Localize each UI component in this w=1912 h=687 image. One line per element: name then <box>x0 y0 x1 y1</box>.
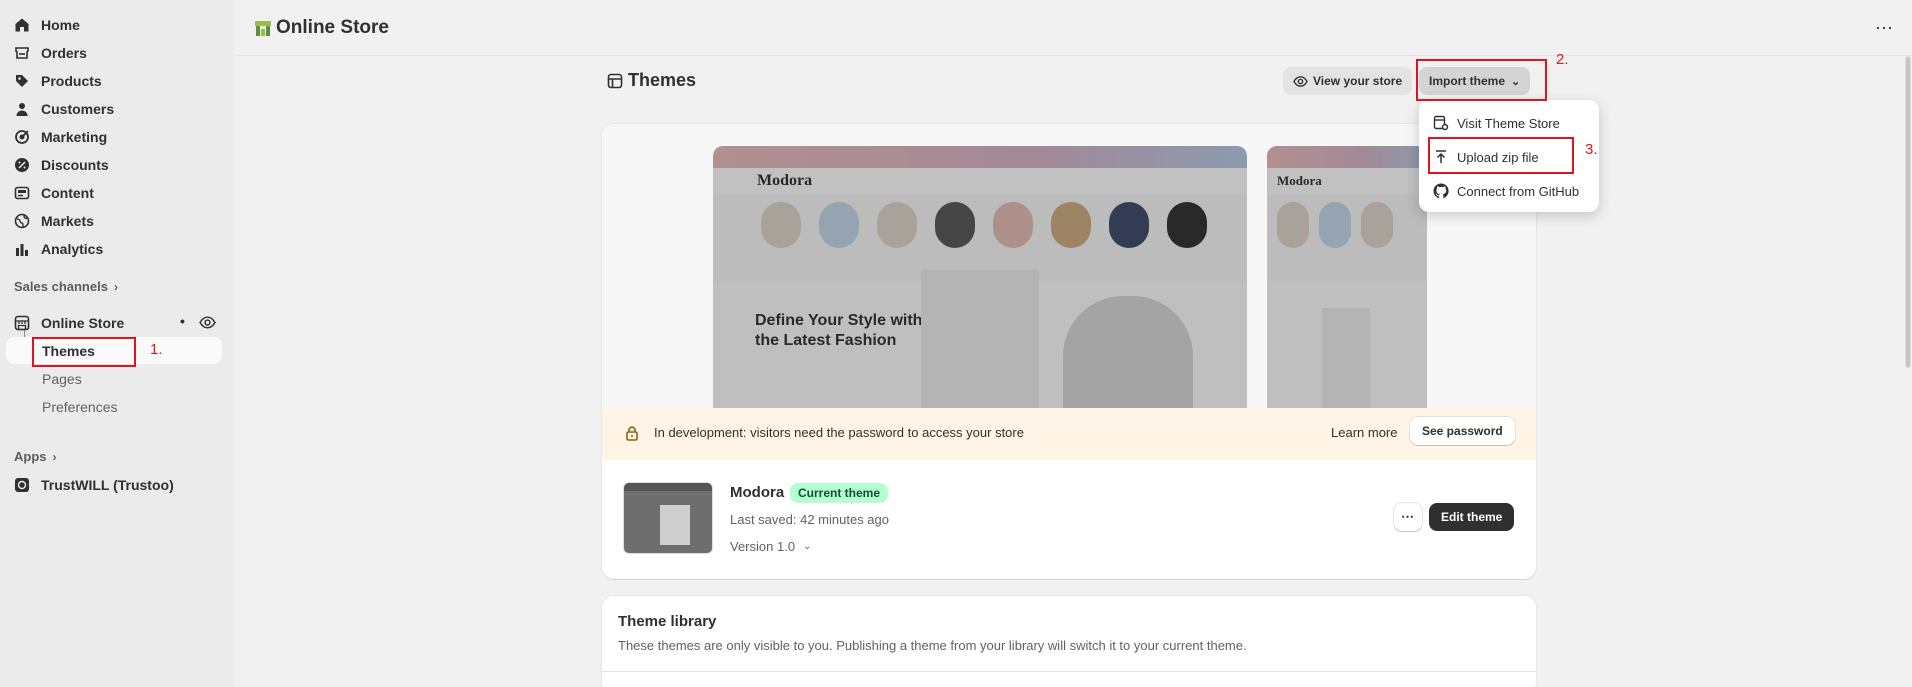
annotation-box-upload <box>1428 137 1574 174</box>
sidebar-item-orders[interactable]: Orders <box>14 41 87 65</box>
current-theme-badge: Current theme <box>790 483 889 503</box>
person-icon <box>14 101 30 117</box>
desktop-preview: Modora Define Your Style with the Latest… <box>713 146 1247 408</box>
theme-library-title: Theme library <box>618 613 717 630</box>
thumbnail-model <box>660 505 690 545</box>
sidebar-item-discounts[interactable]: Discounts <box>14 153 109 177</box>
tag-icon <box>14 73 30 89</box>
online-store-logo-icon <box>254 19 272 37</box>
scrollbar-thumb[interactable] <box>1905 56 1911 368</box>
sidebar-item-content[interactable]: Content <box>14 181 94 205</box>
visit-theme-store-item[interactable]: Visit Theme Store <box>1433 112 1560 134</box>
bar-chart-icon <box>14 241 30 257</box>
sidebar-item-label: Online Store <box>41 315 125 331</box>
app-icon <box>14 477 30 493</box>
sidebar-item-marketing[interactable]: Marketing <box>14 125 107 149</box>
sidebar-item-pages[interactable]: Pages <box>42 371 82 387</box>
sidebar-item-products[interactable]: Products <box>14 69 102 93</box>
thumbnail-bar <box>624 483 712 491</box>
see-password-label: See password <box>1422 424 1503 438</box>
content-icon <box>14 185 30 201</box>
annotation-box-import <box>1416 59 1547 101</box>
mobile-preview: Modora <box>1267 146 1427 408</box>
edit-theme-button[interactable]: Edit theme <box>1429 503 1515 531</box>
sidebar-item-analytics[interactable]: Analytics <box>14 237 103 261</box>
sidebar-item-customers[interactable]: Customers <box>14 97 114 121</box>
scrollbar[interactable] <box>1904 56 1912 687</box>
sidebar-item-label: Customers <box>41 101 115 117</box>
annotation-label-1: 1. <box>150 341 163 358</box>
more-actions-icon[interactable]: ⋯ <box>1875 18 1894 39</box>
theme-actions-button[interactable]: ⋯ <box>1394 503 1422 531</box>
lock-icon <box>626 426 638 441</box>
sidebar-item-label: Marketing <box>41 129 108 145</box>
connect-github-item[interactable]: Connect from GitHub <box>1433 180 1579 202</box>
eye-icon <box>1293 75 1308 87</box>
version-label: Version 1.0 <box>730 539 796 554</box>
sidebar-item-label: TrustWILL (Trustoo) <box>41 477 174 493</box>
theme-name: Modora <box>730 484 785 501</box>
visit-theme-store-label: Visit Theme Store <box>1457 115 1560 131</box>
github-icon <box>1433 183 1449 199</box>
sidebar-item-label: Discounts <box>41 157 109 173</box>
eye-icon[interactable] <box>199 314 216 331</box>
sales-channels-header[interactable]: Sales channels › <box>14 279 118 294</box>
annotation-label-3: 3. <box>1585 141 1598 158</box>
theme-thumbnail <box>623 482 713 554</box>
sidebar-item-label: Markets <box>41 213 94 229</box>
learn-more-link[interactable]: Learn more <box>1331 425 1397 440</box>
sales-channels-label: Sales channels <box>14 279 108 294</box>
preview-overlay <box>713 146 1247 408</box>
unsaved-dot-icon: • <box>180 313 185 329</box>
more-horizontal-icon: ⋯ <box>1401 509 1415 524</box>
page-title-text: Themes <box>628 70 697 90</box>
version-selector[interactable]: Version 1.0 ⌄ <box>730 539 811 554</box>
current-theme-row: Modora Current theme Last saved: 42 minu… <box>602 460 1536 579</box>
sidebar-item-label: Content <box>41 185 94 201</box>
dev-banner-message: In development: visitors need the passwo… <box>654 425 1024 440</box>
view-store-label: View your store <box>1313 74 1403 88</box>
theme-library-card: Theme library These themes are only visi… <box>602 596 1536 687</box>
topbar-title-text: Online Store <box>276 17 389 38</box>
top-bar: Online Store ⋯ <box>234 0 1912 56</box>
sidebar-item-home[interactable]: Home <box>14 13 80 37</box>
sidebar-item-label: Analytics <box>41 241 104 257</box>
globe-icon <box>14 213 30 229</box>
preview-overlay <box>1267 146 1427 408</box>
chevron-right-icon: › <box>52 449 57 464</box>
chevron-down-icon: ⌄ <box>803 541 812 552</box>
sidebar-item-label: Home <box>41 17 80 33</box>
connect-github-label: Connect from GitHub <box>1457 183 1580 199</box>
last-saved-text: Last saved: 42 minutes ago <box>730 512 889 527</box>
theme-library-description: These themes are only visible to you. Pu… <box>618 638 1247 653</box>
theme-preview-area[interactable]: Modora Define Your Style with the Latest… <box>602 124 1536 408</box>
theme-icon <box>607 73 623 88</box>
chevron-right-icon: › <box>113 279 118 294</box>
dev-banner: In development: visitors need the passwo… <box>602 408 1536 460</box>
target-icon <box>14 129 30 145</box>
apps-label: Apps <box>14 449 47 464</box>
sidebar-item-markets[interactable]: Markets <box>14 209 94 233</box>
sidebar-item-label: Orders <box>41 45 87 61</box>
see-password-button[interactable]: See password <box>1410 417 1515 445</box>
divider <box>602 671 1536 672</box>
annotation-label-2: 2. <box>1556 51 1569 68</box>
topbar-title: Online Store <box>254 17 389 39</box>
theme-store-icon <box>1433 115 1449 131</box>
page-title: Themes <box>607 70 696 91</box>
store-icon <box>14 315 30 331</box>
orders-icon <box>14 45 30 61</box>
discount-icon <box>14 157 30 173</box>
annotation-box-themes <box>32 337 136 367</box>
sidebar-item-trustwill[interactable]: TrustWILL (Trustoo) <box>14 473 174 497</box>
view-store-button[interactable]: View your store <box>1283 67 1413 95</box>
edit-theme-label: Edit theme <box>1441 510 1503 524</box>
sidebar-item-preferences[interactable]: Preferences <box>42 399 117 415</box>
apps-header[interactable]: Apps › <box>14 449 57 464</box>
current-theme-card: Modora Define Your Style with the Latest… <box>602 124 1536 579</box>
home-icon <box>14 17 30 33</box>
sidebar-item-label: Products <box>41 73 102 89</box>
